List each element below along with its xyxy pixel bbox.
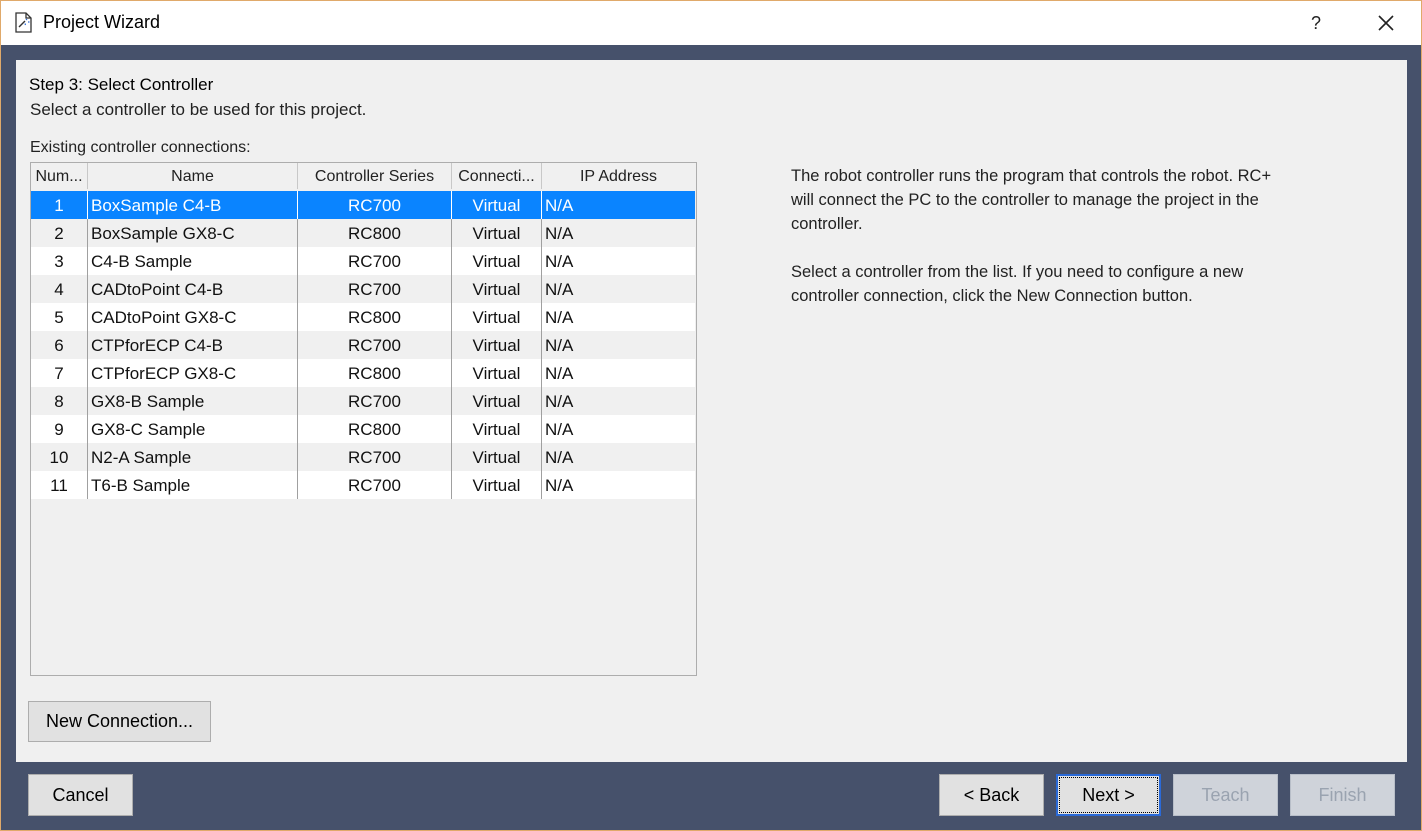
cell-connection: Virtual	[452, 219, 542, 247]
cell-ip-address: N/A	[545, 252, 574, 271]
cell-ip-address: N/A	[545, 364, 574, 383]
description-line: will connect the PC to the controller to…	[791, 191, 1259, 209]
table-row[interactable]: 1 BoxSample C4-B RC700 Virtual N/A	[31, 191, 695, 219]
cell-name: GX8-C Sample	[88, 415, 298, 443]
wizard-content-panel: Step 3: Select Controller Select a contr…	[16, 60, 1407, 762]
cell-connection: Virtual	[452, 387, 542, 415]
cell-num: 7	[31, 359, 88, 387]
column-header-name[interactable]: Name	[88, 163, 298, 189]
column-header-ip-address[interactable]: IP Address	[542, 163, 695, 189]
new-connection-button[interactable]: New Connection...	[28, 701, 211, 742]
cell-name: T6-B Sample	[88, 471, 298, 499]
cell-num: 9	[31, 415, 88, 443]
cell-name: CTPforECP GX8-C	[88, 359, 298, 387]
title-bar: Project Wizard ?	[1, 1, 1421, 45]
cell-ip-address: N/A	[545, 280, 574, 299]
close-button[interactable]	[1361, 7, 1411, 39]
cell-controller-series: RC700	[298, 387, 452, 415]
finish-button[interactable]: Finish	[1290, 774, 1395, 816]
cell-controller-series: RC800	[298, 415, 452, 443]
description-line: controller.	[791, 215, 863, 233]
cell-ip-address: N/A	[545, 196, 574, 215]
cell-controller-series: RC700	[298, 443, 452, 471]
cell-name: CTPforECP C4-B	[88, 331, 298, 359]
close-icon	[1378, 15, 1394, 31]
table-row[interactable]: 4 CADtoPoint C4-B RC700 Virtual N/A	[31, 275, 695, 303]
cell-connection: Virtual	[452, 303, 542, 331]
cell-controller-series: RC800	[298, 359, 452, 387]
column-header-num[interactable]: Num...	[31, 163, 88, 189]
cell-connection: Virtual	[452, 359, 542, 387]
table-row[interactable]: 3 C4-B Sample RC700 Virtual N/A	[31, 247, 695, 275]
cell-num: 2	[31, 219, 88, 247]
cell-ip-address: N/A	[545, 308, 574, 327]
window-title: Project Wizard	[43, 12, 161, 32]
cell-controller-series: RC700	[298, 275, 452, 303]
cell-name: CADtoPoint GX8-C	[88, 303, 298, 331]
table-row[interactable]: 6 CTPforECP C4-B RC700 Virtual N/A	[31, 331, 695, 359]
column-header-connection[interactable]: Connecti...	[452, 163, 542, 189]
description-paragraph-1: The robot controller runs the program th…	[791, 164, 1271, 236]
table-row[interactable]: 5 CADtoPoint GX8-C RC800 Virtual N/A	[31, 303, 695, 331]
cancel-button[interactable]: Cancel	[28, 774, 133, 816]
controller-list-label: Existing controller connections:	[30, 139, 251, 156]
cell-ip-address: N/A	[545, 392, 574, 411]
description-line: Select a controller from the list. If yo…	[791, 263, 1244, 281]
cell-name: BoxSample GX8-C	[88, 219, 298, 247]
cell-name: BoxSample C4-B	[88, 191, 298, 219]
cell-num: 5	[31, 303, 88, 331]
cell-ip-address: N/A	[545, 476, 574, 495]
step-subtitle: Select a controller to be used for this …	[30, 100, 367, 119]
cell-controller-series: RC700	[298, 331, 452, 359]
description-line: The robot controller runs the program th…	[791, 167, 1272, 185]
cell-connection: Virtual	[452, 443, 542, 471]
wizard-app-icon	[15, 12, 32, 33]
cell-ip-address: N/A	[545, 336, 574, 355]
cell-controller-series: RC700	[298, 247, 452, 275]
cell-num: 8	[31, 387, 88, 415]
table-row[interactable]: 8 GX8-B Sample RC700 Virtual N/A	[31, 387, 695, 415]
controller-connections-grid[interactable]: Num... Name Controller Series Connecti..…	[30, 162, 697, 676]
description-line: controller connection, click the New Con…	[791, 287, 1193, 305]
cell-connection: Virtual	[452, 191, 542, 219]
cell-num: 6	[31, 331, 88, 359]
grid-body: 1 BoxSample C4-B RC700 Virtual N/A 2 BoxSample…	[31, 191, 695, 499]
cell-controller-series: RC800	[298, 219, 452, 247]
cell-controller-series: RC800	[298, 303, 452, 331]
table-row[interactable]: 10 N2-A Sample RC700 Virtual N/A	[31, 443, 695, 471]
next-button[interactable]: Next >	[1056, 774, 1161, 816]
cell-controller-series: RC700	[298, 471, 452, 499]
cell-ip-address: N/A	[545, 420, 574, 439]
table-row[interactable]: 7 CTPforECP GX8-C RC800 Virtual N/A	[31, 359, 695, 387]
cell-name: C4-B Sample	[88, 247, 298, 275]
table-row[interactable]: 11 T6-B Sample RC700 Virtual N/A	[31, 471, 695, 499]
cell-ip-address: N/A	[545, 448, 574, 467]
cell-name: N2-A Sample	[88, 443, 298, 471]
cell-connection: Virtual	[452, 415, 542, 443]
cell-num: 11	[31, 471, 88, 499]
cell-connection: Virtual	[452, 331, 542, 359]
cell-num: 10	[31, 443, 88, 471]
description-paragraph-2: Select a controller from the list. If yo…	[791, 260, 1243, 308]
step-title: Step 3: Select Controller	[29, 75, 214, 94]
cell-num: 4	[31, 275, 88, 303]
cell-connection: Virtual	[452, 471, 542, 499]
cell-controller-series: RC700	[298, 191, 452, 219]
cell-name: GX8-B Sample	[88, 387, 298, 415]
grid-header: Num... Name Controller Series Connecti..…	[31, 163, 695, 189]
project-wizard-window: Project Wizard ? Step 3: Select Controll…	[0, 0, 1422, 831]
table-row[interactable]: 2 BoxSample GX8-C RC800 Virtual N/A	[31, 219, 695, 247]
cell-connection: Virtual	[452, 247, 542, 275]
teach-button[interactable]: Teach	[1173, 774, 1278, 816]
cell-num: 1	[31, 191, 88, 219]
back-button[interactable]: < Back	[939, 774, 1044, 816]
table-row[interactable]: 9 GX8-C Sample RC800 Virtual N/A	[31, 415, 695, 443]
cell-num: 3	[31, 247, 88, 275]
column-header-controller-series[interactable]: Controller Series	[298, 163, 452, 189]
cell-ip-address: N/A	[545, 224, 574, 243]
help-button[interactable]: ?	[1291, 7, 1341, 39]
cell-name: CADtoPoint C4-B	[88, 275, 298, 303]
cell-connection: Virtual	[452, 275, 542, 303]
